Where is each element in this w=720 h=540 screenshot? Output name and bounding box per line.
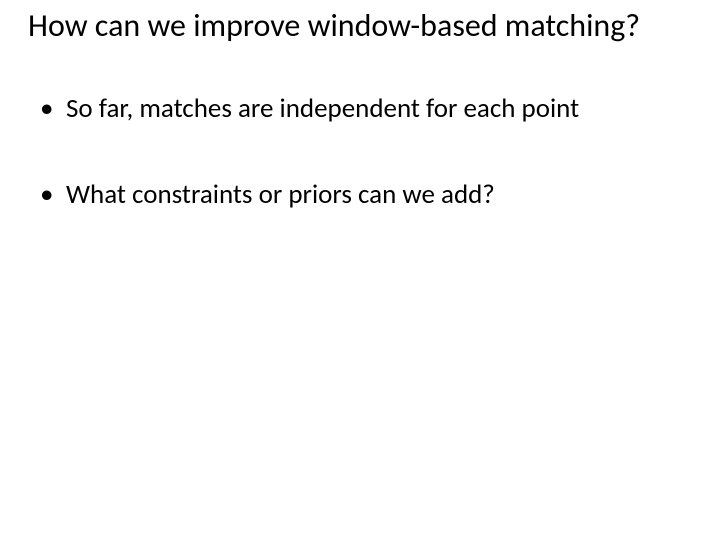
bullet-list: So far, matches are independent for each… — [28, 93, 692, 212]
bullet-item: What constraints or priors can we add? — [40, 179, 692, 211]
slide-container: How can we improve window-based matching… — [0, 0, 720, 540]
slide-title: How can we improve window-based matching… — [28, 8, 692, 45]
bullet-item: So far, matches are independent for each… — [40, 93, 692, 125]
